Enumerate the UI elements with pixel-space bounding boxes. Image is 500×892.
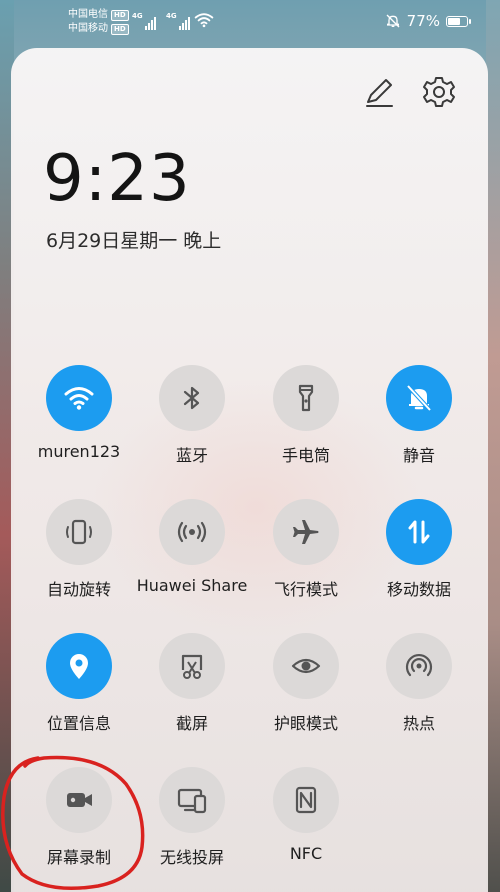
gear-icon <box>423 77 455 107</box>
pencil-icon <box>366 79 393 107</box>
edit-button[interactable] <box>362 75 396 109</box>
auto-rotate-icon <box>46 499 112 565</box>
wallpaper-right-edge <box>486 0 500 892</box>
tile-airplane-mode[interactable]: 飞行模式 <box>246 499 366 619</box>
bluetooth-icon <box>159 365 225 431</box>
tile-screen-record[interactable]: 屏幕录制 <box>19 767 139 887</box>
tile-label: NFC <box>289 844 323 863</box>
tile-wireless-projection[interactable]: 无线投屏 <box>132 767 252 887</box>
hd-badge: HD <box>111 9 129 21</box>
hotspot-icon <box>386 633 452 699</box>
screen-record-icon <box>46 767 112 833</box>
battery-percent: 77% <box>406 12 440 30</box>
tile-label: 静音 <box>402 446 435 465</box>
location-icon <box>46 633 112 699</box>
tile-silent[interactable]: 静音 <box>359 365 479 485</box>
carrier-2-name: 中国移动 <box>68 23 108 34</box>
wifi-icon <box>46 365 112 431</box>
wifi-status-icon <box>194 13 214 28</box>
mobile-data-icon <box>386 499 452 565</box>
clock-time: 9:23 <box>43 142 191 216</box>
tile-mobile-data[interactable]: 移动数据 <box>359 499 479 619</box>
nfc-icon <box>273 767 339 833</box>
quick-settings-panel: 9:23 6月29日星期一 晚上 muren123 蓝牙 手电筒 静音 自动旋转 <box>11 48 488 892</box>
tile-bluetooth[interactable]: 蓝牙 <box>132 365 252 485</box>
tile-hotspot[interactable]: 热点 <box>359 633 479 753</box>
settings-button[interactable] <box>421 74 457 110</box>
hd-badge: HD <box>111 23 129 35</box>
signal-2-icon: 4G <box>166 12 190 30</box>
huawei-share-icon <box>159 499 225 565</box>
airplane-icon <box>273 499 339 565</box>
tile-wifi[interactable]: muren123 <box>19 365 139 485</box>
tile-nfc[interactable]: NFC <box>246 767 366 887</box>
battery-icon <box>446 15 471 27</box>
status-bar: 中国电信 HD 中国移动 HD 4G 4G 77% <box>0 0 500 42</box>
eye-icon <box>273 633 339 699</box>
wireless-projection-icon <box>159 767 225 833</box>
mute-status-icon <box>386 14 400 28</box>
tile-label: 移动数据 <box>386 580 451 599</box>
bell-muted-icon <box>386 365 452 431</box>
tile-label: 热点 <box>402 714 435 733</box>
flashlight-icon <box>273 365 339 431</box>
tile-screenshot[interactable]: 截屏 <box>132 633 252 753</box>
tile-huawei-share[interactable]: Huawei Share <box>132 499 252 619</box>
clock-date: 6月29日星期一 晚上 <box>46 230 222 252</box>
tile-eye-comfort[interactable]: 护眼模式 <box>246 633 366 753</box>
carrier-1-name: 中国电信 <box>68 9 108 20</box>
screenshot-icon <box>159 633 225 699</box>
signal-1-icon: 4G <box>132 12 156 30</box>
tile-flashlight[interactable]: 手电筒 <box>246 365 366 485</box>
carrier-info: 中国电信 HD 中国移动 HD <box>68 8 129 36</box>
tile-auto-rotate[interactable]: 自动旋转 <box>19 499 139 619</box>
tile-location[interactable]: 位置信息 <box>19 633 139 753</box>
